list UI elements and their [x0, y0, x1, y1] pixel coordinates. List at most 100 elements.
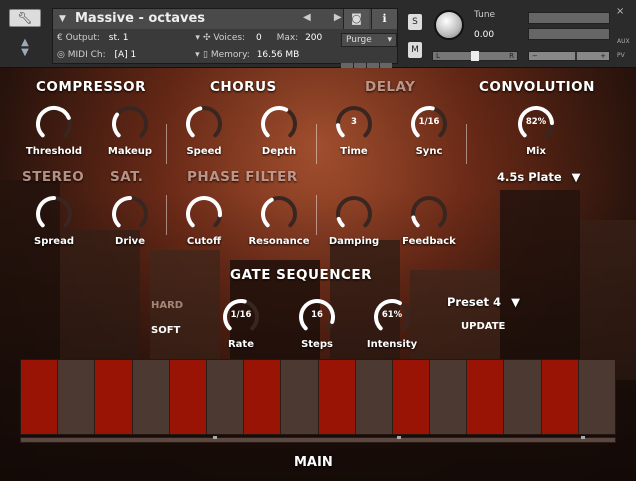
aux-button[interactable]: AUX — [617, 38, 630, 45]
tune-knob[interactable] — [434, 10, 464, 40]
gate-step[interactable] — [206, 360, 245, 434]
mix-knob[interactable]: 82% — [516, 104, 556, 144]
rate-knob[interactable]: 1/16 — [221, 297, 261, 337]
gate-step[interactable] — [244, 360, 282, 434]
drive-knob[interactable] — [110, 194, 150, 234]
level-meter-left — [528, 12, 610, 24]
gate-step[interactable] — [355, 360, 393, 434]
speed-knob[interactable] — [184, 104, 224, 144]
instrument-title-row: ▼ Massive - octaves ◀ ▶ ◙ ℹ — [53, 9, 397, 29]
chevron-down-icon: ▼ — [511, 295, 520, 309]
tune-label: Tune — [474, 10, 496, 20]
expand-collapse-icon[interactable]: ▲ ▼ — [16, 38, 34, 60]
output-value[interactable]: st. 1 — [109, 33, 129, 43]
section-divider — [316, 124, 317, 164]
purge-dropdown[interactable]: Purge ▾ — [341, 33, 397, 47]
midi-value[interactable]: [A] 1 — [114, 50, 136, 60]
steps-label: Steps — [301, 339, 333, 350]
knob-track — [411, 196, 447, 228]
volume-handle[interactable] — [575, 52, 577, 60]
hard-toggle[interactable]: HARD — [151, 300, 183, 311]
cutoff-knob[interactable] — [184, 194, 224, 234]
speed-label: Speed — [186, 146, 222, 157]
tune-value[interactable]: 0.00 — [474, 30, 494, 40]
instrument-header: 🔧︎ ▲ ▼ ▼ Massive - octaves ◀ ▶ ◙ ℹ € Outp… — [0, 0, 636, 68]
gate-step[interactable] — [392, 360, 431, 434]
gate-step[interactable] — [430, 360, 468, 434]
makeup-knob[interactable] — [110, 104, 150, 144]
gate-preset-dropdown[interactable]: Preset 4 ▼ — [447, 295, 520, 309]
wrench-icon[interactable]: 🔧︎ — [9, 9, 41, 27]
gate-step[interactable] — [21, 360, 59, 434]
page-main-tab[interactable]: MAIN — [294, 455, 333, 470]
gate-step[interactable] — [281, 360, 319, 434]
close-icon[interactable]: × — [616, 6, 624, 17]
gate-step[interactable] — [467, 360, 505, 434]
output-dropdown-icon[interactable]: ▾ — [195, 33, 200, 43]
stereo-title[interactable]: STEREO — [22, 169, 84, 185]
spread-knob[interactable] — [34, 194, 74, 234]
resonance-label: Resonance — [248, 236, 310, 247]
dropdown-triangle-icon[interactable]: ▼ — [59, 14, 66, 24]
pan-slider[interactable]: L R — [432, 51, 518, 61]
gate-sequencer-title: GATE SEQUENCER — [230, 267, 373, 283]
pv-button[interactable]: PV — [617, 52, 625, 59]
midi-row[interactable]: ◎ MIDI Ch: [A] 1 ▾ — [57, 50, 200, 60]
chorus-title: CHORUS — [210, 79, 277, 95]
mix-label: Mix — [526, 146, 546, 157]
section-divider — [466, 124, 467, 164]
steps-knob[interactable]: 16 — [297, 297, 337, 337]
section-divider — [166, 124, 167, 164]
volume-slider[interactable]: − + — [528, 51, 610, 61]
knob-track — [336, 196, 372, 228]
knob-value-arc — [261, 197, 274, 228]
cpu-meter — [341, 53, 397, 68]
update-button[interactable]: UPDATE — [461, 321, 505, 332]
damping-knob[interactable] — [334, 194, 374, 234]
time-knob[interactable]: 3 — [334, 104, 374, 144]
delay-title[interactable]: DELAY — [365, 79, 415, 95]
solo-button[interactable]: S — [408, 14, 422, 30]
threshold-knob[interactable] — [34, 104, 74, 144]
convolution-title: CONVOLUTION — [479, 79, 595, 95]
gate-step[interactable] — [58, 360, 96, 434]
gate-step[interactable] — [578, 360, 615, 434]
mute-button[interactable]: M — [408, 42, 422, 58]
gate-step[interactable] — [95, 360, 133, 434]
voices-icon: ✣ — [203, 33, 214, 43]
voices-value: 0 — [255, 33, 262, 43]
midi-dropdown-icon[interactable]: ▾ — [195, 50, 200, 60]
resonance-knob[interactable] — [259, 194, 299, 234]
position-marker — [397, 436, 401, 439]
soft-toggle[interactable]: SOFT — [151, 325, 180, 336]
knob-value-arc — [36, 106, 71, 138]
instrument-name[interactable]: Massive - octaves — [75, 11, 205, 26]
gate-step[interactable] — [132, 360, 170, 434]
gate-step[interactable] — [318, 360, 356, 434]
feedback-knob[interactable] — [409, 194, 449, 234]
camera-icon[interactable]: ◙ — [343, 9, 369, 29]
knob-value-arc — [112, 196, 132, 228]
output-row[interactable]: € Output: st. 1 ▾ — [57, 33, 200, 43]
voices-row: ✣ Voices: 0 Max: 200 — [203, 33, 323, 43]
makeup-label: Makeup — [107, 146, 153, 157]
depth-knob[interactable] — [259, 104, 299, 144]
gate-step-grid[interactable] — [20, 359, 616, 435]
compressor-title: COMPRESSOR — [36, 79, 147, 95]
gate-step[interactable] — [504, 360, 542, 434]
sync-knob[interactable]: 1/16 — [409, 104, 449, 144]
phase-filter-title[interactable]: PHASE FILTER — [187, 169, 298, 185]
gate-step[interactable] — [541, 360, 579, 434]
threshold-label: Threshold — [25, 146, 83, 157]
max-value[interactable]: 200 — [305, 33, 322, 43]
gate-preset-value: Preset 4 — [447, 295, 502, 309]
feedback-label: Feedback — [402, 236, 456, 247]
gate-step[interactable] — [169, 360, 207, 434]
pan-handle[interactable] — [471, 51, 479, 61]
output-icon: € — [57, 33, 66, 43]
knob-value-arc — [112, 112, 121, 138]
convolution-ir-dropdown[interactable]: 4.5s Plate ▼ — [497, 170, 581, 184]
intensity-knob[interactable]: 61% — [372, 297, 412, 337]
info-icon[interactable]: ℹ — [371, 9, 397, 29]
saturation-title[interactable]: SAT. — [110, 169, 143, 185]
